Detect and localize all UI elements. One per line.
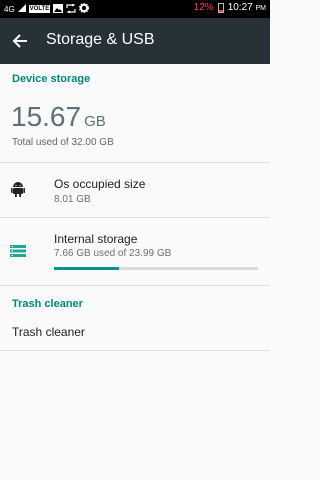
battery-percent: 12% [193, 2, 214, 13]
volte-badge: VOLTE [28, 5, 51, 13]
used-value: 15.67 [11, 101, 82, 132]
section-header-device-storage: Device storage [12, 73, 91, 85]
storage-progress-bar [54, 267, 258, 270]
sync-icon [66, 2, 76, 15]
section-header-trash-cleaner: Trash cleaner [12, 298, 83, 310]
page-title: Storage & USB [46, 31, 155, 48]
used-unit: GB [84, 113, 106, 130]
total-used-text: Total used of 32.00 GB [12, 137, 114, 148]
storage-progress-fill [54, 267, 120, 270]
divider [0, 162, 270, 163]
storage-icon [10, 244, 26, 260]
internal-storage-title: Internal storage [54, 232, 138, 246]
internal-storage-usage: 7.66 GB used of 23.99 GB [54, 248, 172, 259]
arrow-back-icon[interactable] [10, 30, 32, 52]
used-storage-summary: 15.67 GB [11, 101, 106, 133]
divider [0, 217, 270, 218]
divider [0, 285, 270, 286]
status-bar: 4G VOLTE 12% 10:27 PM [0, 0, 270, 18]
os-size-title: Os occupied size [54, 177, 146, 191]
battery-icon [217, 2, 224, 13]
clock: 10:27 PM [227, 2, 266, 13]
app-bar: Storage & USB [0, 18, 270, 64]
settings-gear-icon [79, 2, 90, 15]
network-type: 4G [4, 4, 15, 14]
trash-cleaner-item[interactable]: Trash cleaner [12, 325, 85, 339]
image-icon [53, 3, 64, 15]
android-icon [10, 181, 26, 197]
os-size-value: 8.01 GB [54, 194, 91, 205]
divider [0, 350, 270, 351]
signal-icon [17, 4, 26, 14]
